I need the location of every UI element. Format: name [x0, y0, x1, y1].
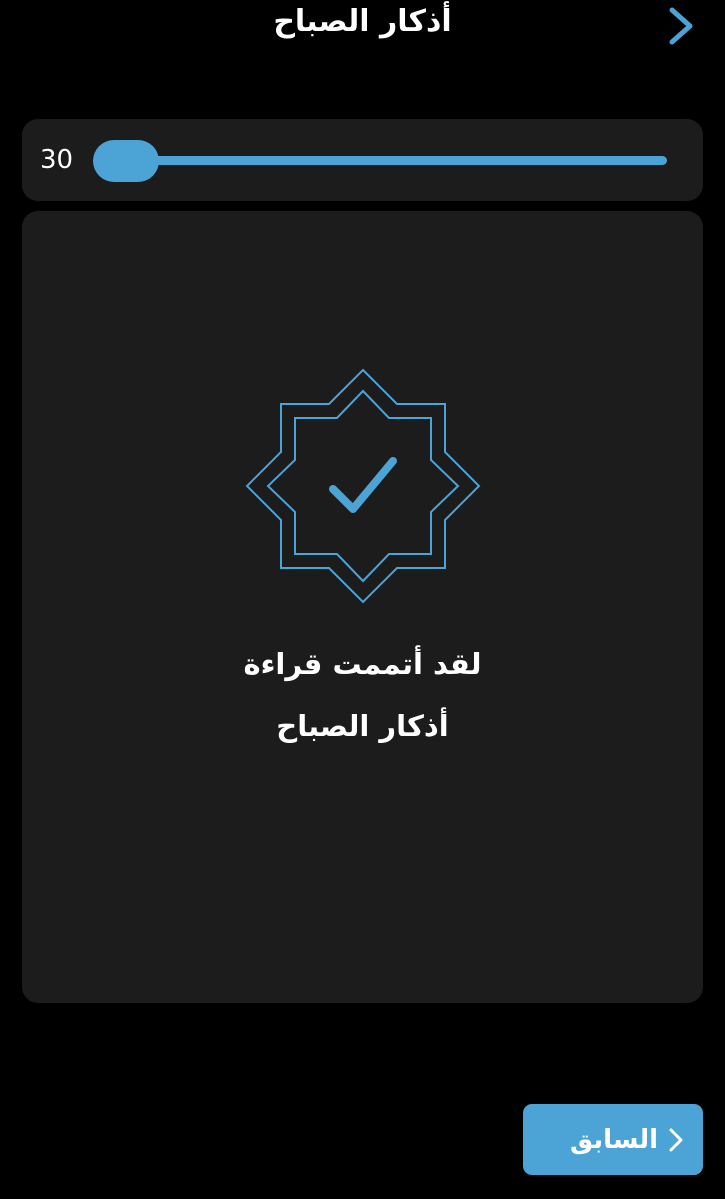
previous-button[interactable]: السابق [523, 1104, 703, 1175]
slider-value: 30 [40, 145, 74, 175]
screen: أذكار الصباح 30 لقد أتممت قراءة أذكار ال… [0, 0, 725, 1199]
slider-thumb[interactable] [93, 140, 159, 182]
previous-button-label: السابق [569, 1125, 659, 1155]
chevron-right-icon[interactable] [664, 6, 698, 46]
chevron-right-icon [669, 1128, 683, 1152]
page-title: أذكار الصباح [273, 4, 452, 39]
check-badge-icon [245, 368, 481, 604]
header: أذكار الصباح [0, 0, 725, 60]
completion-card: لقد أتممت قراءة أذكار الصباح [22, 211, 703, 1003]
slider-track[interactable] [120, 156, 667, 165]
completion-message-line1: لقد أتممت قراءة [243, 647, 482, 681]
font-size-slider-card: 30 [22, 119, 703, 201]
completion-message-line2: أذكار الصباح [276, 709, 449, 743]
